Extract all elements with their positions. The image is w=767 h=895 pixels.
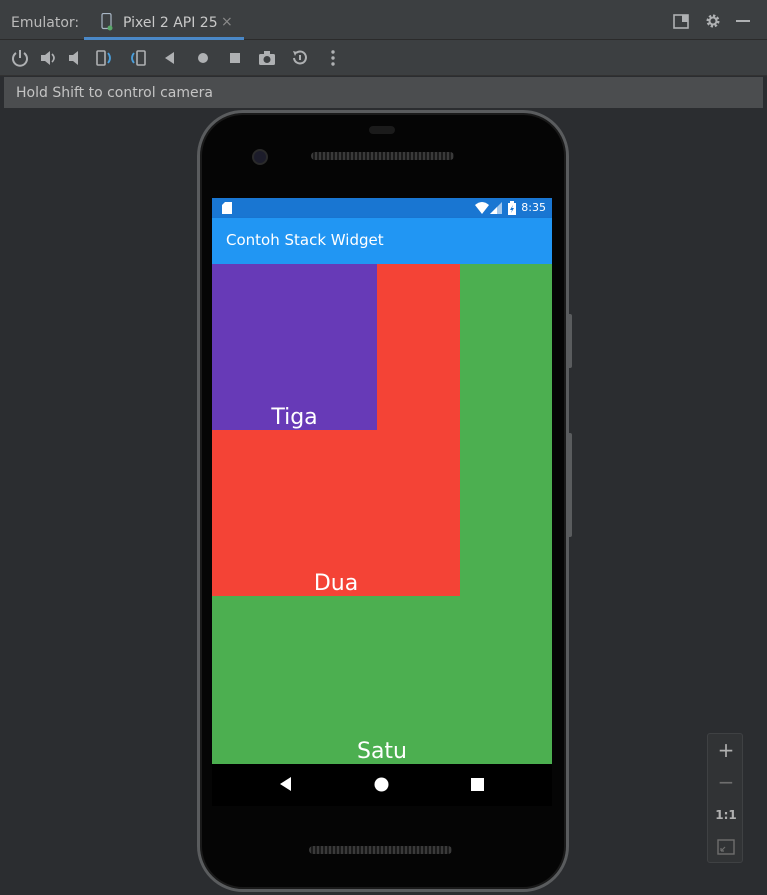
power-icon[interactable] bbox=[10, 48, 30, 68]
device-screen[interactable]: 8:35 Contoh Stack Widget Satu Dua Tiga bbox=[212, 198, 552, 764]
rotate-left-icon[interactable] bbox=[94, 48, 114, 68]
minimize-icon[interactable] bbox=[733, 10, 753, 32]
signal-icon bbox=[490, 202, 502, 214]
earpiece-sensor bbox=[369, 126, 395, 134]
device-icon bbox=[101, 13, 113, 31]
volume-down-icon[interactable] bbox=[66, 48, 86, 68]
power-button[interactable] bbox=[567, 314, 572, 368]
sd-card-icon bbox=[222, 202, 232, 214]
top-speaker bbox=[311, 152, 454, 160]
device-tab[interactable]: Pixel 2 API 25 × bbox=[84, 4, 244, 40]
device-tab-title: Pixel 2 API 25 bbox=[123, 15, 218, 31]
snapshot-icon[interactable] bbox=[290, 48, 310, 68]
battery-icon bbox=[508, 201, 516, 215]
box-label-tiga: Tiga bbox=[271, 405, 318, 430]
wifi-icon bbox=[475, 202, 489, 214]
volume-up-icon[interactable] bbox=[38, 48, 58, 68]
box-label-satu: Satu bbox=[356, 739, 407, 764]
camera-icon[interactable] bbox=[257, 48, 277, 68]
zoom-out-button[interactable]: − bbox=[708, 770, 744, 794]
camera-hint-bar: Hold Shift to control camera bbox=[4, 77, 763, 108]
overview-icon[interactable] bbox=[225, 48, 245, 68]
android-nav-bar bbox=[212, 764, 552, 806]
back-icon[interactable] bbox=[160, 48, 180, 68]
app-bar-title: Contoh Stack Widget bbox=[226, 231, 384, 249]
bottom-speaker bbox=[309, 846, 452, 854]
stack-box-tiga: Tiga bbox=[212, 264, 377, 430]
recents-icon[interactable] bbox=[471, 778, 484, 791]
panel-icon[interactable] bbox=[671, 10, 691, 32]
gear-icon[interactable] bbox=[703, 10, 723, 32]
rotate-right-icon[interactable] bbox=[128, 48, 148, 68]
back-icon[interactable] bbox=[279, 776, 293, 792]
close-tab-icon[interactable]: × bbox=[221, 14, 233, 30]
zoom-in-button[interactable]: + bbox=[708, 738, 744, 762]
camera-hint-text: Hold Shift to control camera bbox=[16, 85, 213, 101]
tool-window-header: Emulator: Pixel 2 API 25 × bbox=[0, 0, 767, 40]
box-label-dua: Dua bbox=[313, 571, 359, 596]
emulator-label: Emulator: bbox=[11, 15, 80, 31]
status-bar: 8:35 bbox=[212, 198, 552, 218]
volume-rocker[interactable] bbox=[567, 433, 572, 537]
more-icon[interactable] bbox=[323, 48, 343, 68]
home-icon[interactable] bbox=[193, 48, 213, 68]
status-time: 8:35 bbox=[521, 201, 546, 214]
app-bar: Contoh Stack Widget bbox=[212, 218, 552, 264]
home-icon[interactable] bbox=[374, 777, 389, 792]
emulator-toolbar bbox=[0, 40, 767, 76]
zoom-actual-size-button[interactable]: 1:1 bbox=[708, 808, 744, 822]
front-camera bbox=[252, 149, 268, 165]
zoom-controls: + − 1:1 bbox=[707, 733, 743, 863]
fit-icon[interactable] bbox=[717, 839, 735, 855]
